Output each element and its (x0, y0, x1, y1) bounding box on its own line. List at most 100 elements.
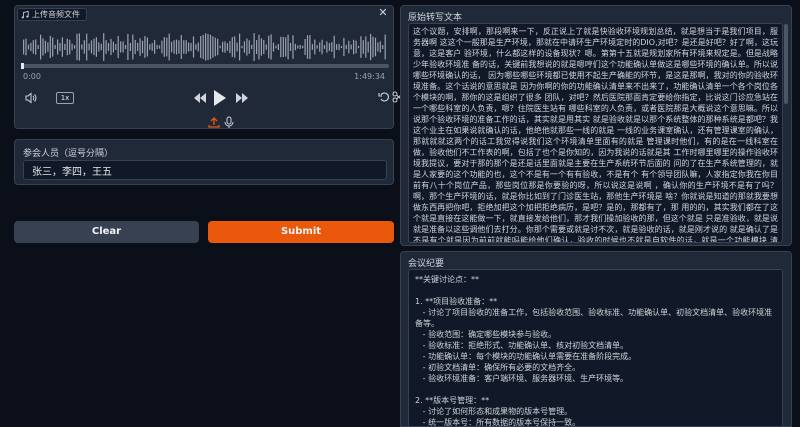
waveform-bar (212, 36, 214, 58)
waveform-bar (23, 39, 25, 55)
waveform-bar (287, 34, 289, 60)
audio-header: 上传音频文件 ✕ (15, 6, 393, 22)
waveform-bar (304, 39, 306, 55)
audio-label: 上传音频文件 (17, 8, 87, 21)
waveform-bar (316, 45, 318, 49)
minutes-label: 会议纪要 (408, 259, 445, 269)
waveform-bar (166, 37, 168, 57)
waveform-bar (117, 36, 119, 59)
submit-button[interactable]: Submit (208, 221, 394, 243)
waveform-bar (323, 45, 326, 49)
waveform-bar (205, 33, 207, 61)
waveform-bar (127, 34, 129, 61)
audio-label-text: 上传音频文件 (32, 10, 80, 19)
waveform-bar (289, 43, 292, 51)
waveform-bar (192, 36, 195, 58)
waveform-bar (112, 41, 114, 53)
waveform-bar (49, 35, 51, 59)
waveform-bar (231, 37, 233, 57)
waveform-bar (224, 41, 226, 53)
waveform-bar (217, 38, 219, 56)
waveform-bar (141, 40, 144, 54)
waveform-bar (253, 33, 255, 61)
clear-button[interactable]: Clear (14, 221, 199, 243)
waveform-bar (83, 40, 85, 54)
waveform-bar (379, 41, 381, 53)
waveform-bar (243, 41, 245, 53)
waveform-bar (260, 38, 262, 56)
volume-icon[interactable] (25, 92, 37, 104)
waveform-bar (35, 39, 37, 55)
waveform-bar (195, 44, 197, 50)
close-icon[interactable]: ✕ (377, 7, 389, 19)
waveform-bar (226, 43, 228, 51)
waveform-bar (88, 43, 90, 51)
waveform-bar (214, 37, 216, 57)
waveform-bar (190, 42, 192, 52)
progress-track[interactable] (21, 64, 389, 68)
playback-rate-button[interactable]: 1x (56, 92, 74, 104)
waveform-bar (357, 45, 360, 49)
waveform-bar (134, 39, 136, 55)
waveform-bar (365, 36, 367, 58)
waveform-bar (333, 35, 335, 59)
waveform-bar (297, 45, 299, 49)
waveform-bar (338, 43, 340, 51)
waveform-bar (340, 46, 343, 48)
waveform-bar (370, 33, 372, 61)
waveform-bar (37, 45, 39, 49)
waveform-bar (124, 45, 127, 50)
participants-input[interactable] (23, 160, 387, 180)
forward-icon[interactable] (235, 92, 249, 104)
waveform-bar (61, 37, 63, 57)
progress-thumb[interactable] (21, 63, 24, 69)
participants-label: 参会人员（逗号分隔） (23, 149, 114, 159)
waveform-bar (302, 45, 304, 49)
waveform-bar (353, 39, 355, 55)
rewind-icon[interactable] (193, 92, 207, 104)
waveform-bar (74, 45, 76, 49)
play-icon[interactable] (213, 89, 227, 107)
waveform-bar (336, 44, 338, 50)
waveform-bar (345, 44, 347, 50)
transcript-text[interactable]: 这个议题，安排啊，那段啊来一下，反正说上了就是快验收环境规划总结，就是想当于是我… (408, 23, 783, 243)
waveform-bar (331, 42, 333, 52)
waveform-bar (175, 39, 178, 55)
waveform-bar (139, 38, 141, 56)
waveform-bar (229, 40, 231, 54)
waveform-bar (280, 36, 282, 58)
waveform-bar (185, 40, 187, 54)
waveform-bar (178, 40, 180, 54)
waveform-bar (207, 34, 209, 61)
undo-icon[interactable] (378, 91, 390, 103)
minutes-text[interactable]: **关键讨论点：** 1. **项目验收准备：** - 讨论了项目验收的准备工作… (408, 269, 783, 426)
waveform-bar (40, 34, 42, 60)
waveform-bar (171, 41, 173, 53)
waveform-bar (69, 39, 71, 55)
waveform-bar (86, 33, 88, 61)
waveform-bar (107, 43, 110, 51)
waveform-bar (76, 33, 78, 61)
waveform-bar (115, 44, 117, 50)
waveform-bar (129, 42, 131, 52)
waveform-bar (202, 34, 204, 60)
waveform-bar (78, 33, 80, 61)
upload-icon[interactable] (208, 116, 220, 128)
waveform-bar (241, 45, 243, 49)
waveform-bar (188, 42, 190, 52)
waveform-bar (132, 34, 134, 60)
waveform[interactable] (21, 32, 389, 62)
microphone-icon[interactable] (223, 116, 235, 128)
waveform-bar (309, 35, 311, 59)
waveform-bar (384, 34, 386, 60)
waveform-bar (328, 43, 330, 51)
waveform-bar (158, 45, 161, 49)
waveform-bar (54, 45, 56, 49)
waveform-bar (100, 43, 102, 51)
waveform-bar (222, 41, 224, 53)
waveform-bar (120, 41, 122, 53)
waveform-bar (265, 44, 267, 50)
transcript-scrollbar[interactable] (784, 24, 788, 104)
waveform-bar (326, 41, 328, 53)
waveform-bar (272, 42, 275, 52)
